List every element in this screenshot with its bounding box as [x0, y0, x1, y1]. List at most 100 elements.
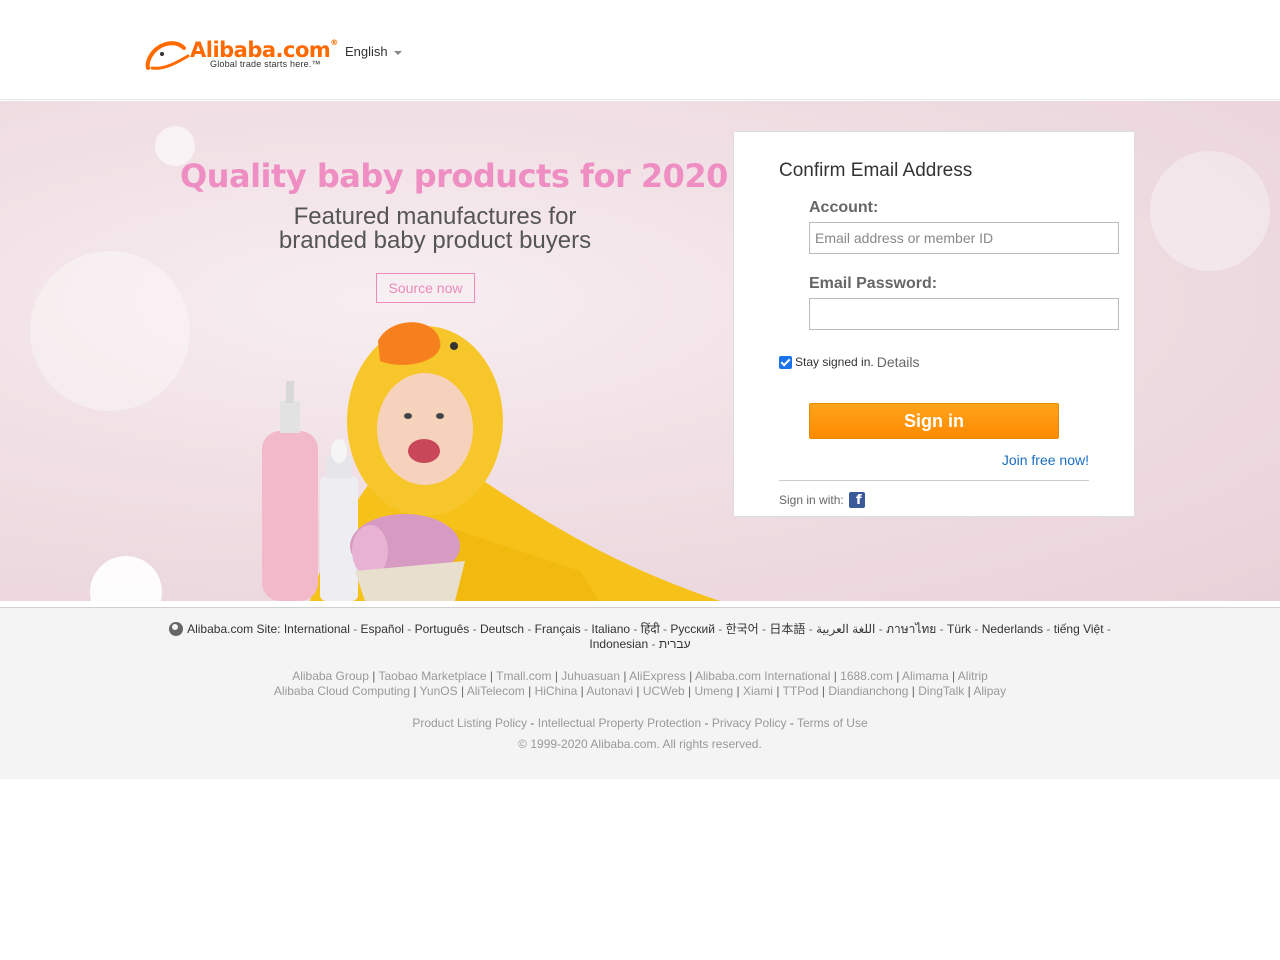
group-link[interactable]: Tmall.com [496, 669, 551, 683]
alibaba-logo[interactable]: Alibaba.com® Global trade starts here.™ [144, 38, 338, 72]
site-language-link[interactable]: Italiano [591, 622, 630, 636]
site-language-link[interactable]: ภาษาไทย [886, 622, 936, 636]
site-language-link[interactable]: Nederlands [982, 622, 1043, 636]
baby-duck-hood-image [262, 322, 720, 601]
account-label: Account: [809, 199, 879, 216]
link-separator: | [818, 684, 829, 698]
link-separator: - [659, 622, 671, 636]
link-separator: - [349, 622, 361, 636]
site-language-link[interactable]: Русский [670, 622, 715, 636]
group-link[interactable]: Alimama [902, 669, 949, 683]
site-language-link[interactable]: Deutsch [480, 622, 524, 636]
site-language-link[interactable]: Türk [947, 622, 971, 636]
facebook-icon[interactable]: f [848, 492, 865, 508]
link-separator: - [805, 622, 817, 636]
site-language-link[interactable]: tiếng Việt [1054, 622, 1104, 636]
link-separator: | [684, 684, 695, 698]
stay-signed-in-checkbox[interactable] [779, 355, 792, 369]
banner-subtitle: Featured manufactures for branded baby p… [200, 205, 670, 253]
alibaba-smile-icon [145, 41, 190, 70]
link-separator: | [486, 669, 497, 683]
banner-subtitle-line2: branded baby product buyers [278, 227, 592, 254]
site-language-link[interactable]: Español [361, 622, 404, 636]
link-separator: - [1043, 622, 1054, 636]
bokeh-decoration [1150, 151, 1270, 271]
details-link[interactable]: Details [877, 354, 920, 370]
site-language-link[interactable]: עברית [659, 637, 691, 651]
link-separator: - [875, 622, 887, 636]
link-separator: | [620, 669, 630, 683]
site-language-link[interactable]: Français [535, 622, 581, 636]
group-link[interactable]: Autonavi [586, 684, 633, 698]
link-separator: | [410, 684, 420, 698]
link-separator: - [936, 622, 948, 636]
group-link[interactable]: Taobao Marketplace [378, 669, 486, 683]
site-label: Alibaba.com Site: [187, 622, 281, 636]
link-separator: - [971, 622, 982, 636]
group-link[interactable]: Alipay [973, 684, 1006, 698]
policy-link[interactable]: Intellectual Property Protection [538, 716, 701, 730]
link-separator: | [733, 684, 743, 698]
sign-in-with-label: Sign in with: [779, 493, 844, 507]
group-link[interactable]: YunOS [420, 684, 458, 698]
divider [779, 480, 1089, 481]
group-link[interactable]: Diandianchong [828, 684, 908, 698]
join-free-link[interactable]: Join free now! [1002, 452, 1089, 468]
group-link[interactable]: HiChina [535, 684, 578, 698]
link-separator: - [469, 622, 480, 636]
policy-link[interactable]: Terms of Use [797, 716, 868, 730]
link-separator: - [527, 716, 538, 730]
source-now-button[interactable]: Source now [376, 273, 475, 303]
link-separator: - [648, 637, 659, 651]
link-separator: - [403, 622, 415, 636]
account-input[interactable] [809, 222, 1119, 254]
stay-signed-in: Stay signed in. Details [779, 354, 920, 370]
group-link[interactable]: Xiami [743, 684, 773, 698]
group-links-row1: Alibaba Group | Taobao Marketplace | Tma… [140, 669, 1140, 684]
group-link[interactable]: Alibaba Cloud Computing [274, 684, 410, 698]
group-link[interactable]: Juhuasuan [561, 669, 620, 683]
site-language-link[interactable]: Indonesian [589, 637, 648, 651]
policy-link[interactable]: Product Listing Policy [412, 716, 527, 730]
registered-mark: ® [330, 38, 338, 47]
page-footer: Alibaba.com Site: International - Españo… [0, 607, 1280, 779]
site-list: International - Español - Português - De… [284, 622, 1111, 651]
site-language-link[interactable]: اللغة العربية [816, 622, 875, 636]
group-link[interactable]: UCWeb [643, 684, 685, 698]
banner-subtitle-line1: Featured manufactures for [293, 203, 577, 230]
group-link[interactable]: AliTelecom [467, 684, 525, 698]
group-link[interactable]: 1688.com [840, 669, 893, 683]
link-separator: | [524, 684, 535, 698]
link-separator: - [786, 716, 797, 730]
link-separator: | [830, 669, 841, 683]
link-separator: | [551, 669, 562, 683]
site-language-link[interactable]: हिंदी [641, 622, 660, 636]
link-separator: - [580, 622, 592, 636]
link-separator: - [524, 622, 535, 636]
language-selector[interactable]: English [345, 44, 402, 59]
group-link[interactable]: Alitrip [958, 669, 988, 683]
group-link[interactable]: TTPod [783, 684, 819, 698]
site-language-link[interactable]: Português [415, 622, 470, 636]
site-language-link[interactable]: International [284, 622, 350, 636]
group-link[interactable]: Alibaba Group [292, 669, 369, 683]
policy-link[interactable]: Privacy Policy [712, 716, 787, 730]
policy-links: Product Listing Policy - Intellectual Pr… [140, 716, 1140, 730]
copyright: © 1999-2020 Alibaba.com. All rights rese… [518, 737, 762, 751]
group-link[interactable]: Alibaba.com International [695, 669, 830, 683]
link-separator: | [772, 684, 783, 698]
site-language-links: Alibaba.com Site: International - Españo… [140, 622, 1140, 652]
password-input[interactable] [809, 298, 1119, 330]
globe-icon [169, 622, 184, 636]
site-language-link[interactable]: 한국어 [726, 622, 759, 636]
sign-in-button[interactable]: Sign in [809, 403, 1059, 439]
language-label: English [345, 44, 388, 59]
top-header: Alibaba.com® Global trade starts here.™ … [0, 0, 1280, 100]
group-link[interactable]: Umeng [694, 684, 733, 698]
logo-tagline: Global trade starts here.™ [210, 59, 321, 69]
site-language-link[interactable]: 日本語 [769, 622, 805, 636]
group-link[interactable]: AliExpress [629, 669, 686, 683]
chevron-down-icon [393, 50, 402, 55]
group-link[interactable]: DingTalk [918, 684, 964, 698]
bokeh-decoration [90, 556, 162, 601]
